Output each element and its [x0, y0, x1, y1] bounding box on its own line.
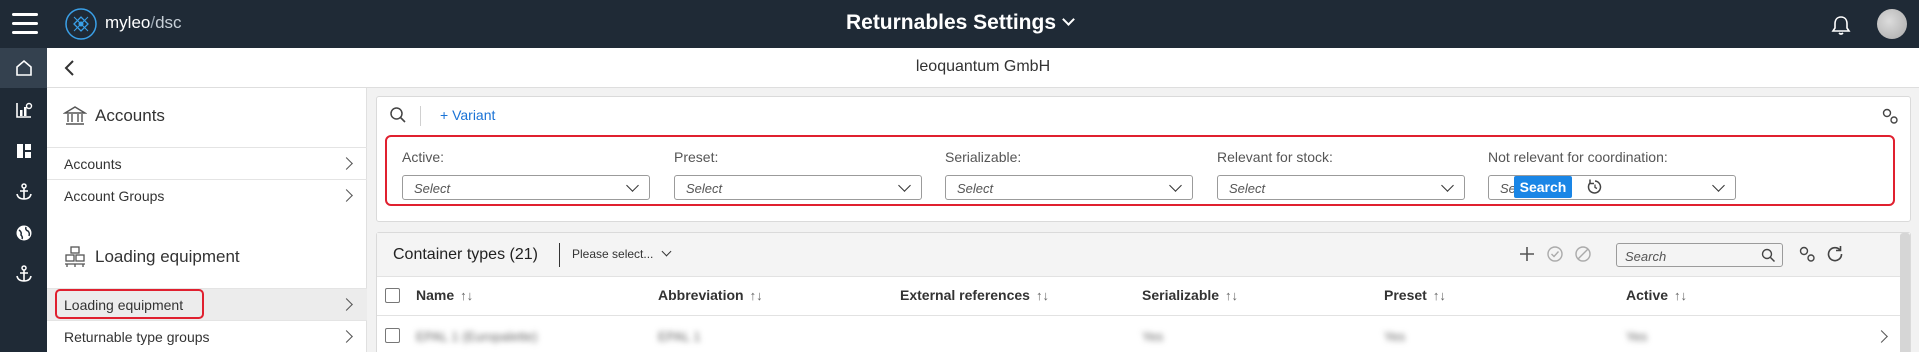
table-cell-preset: Yes [1384, 329, 1406, 344]
rail-anchor[interactable] [0, 172, 47, 212]
select-all-checkbox[interactable] [385, 288, 400, 303]
dashboard-icon [16, 144, 31, 158]
column-header-abbreviation[interactable]: Abbreviation ↑↓ [658, 287, 763, 303]
refresh-icon[interactable] [1825, 244, 1845, 264]
container-types-table: Container types (21) Please select... Se… [376, 232, 1911, 352]
filter-active-label: Active: [402, 149, 445, 165]
nav-item-returnable-type-groups[interactable]: Returnable type groups [47, 320, 367, 352]
column-header-serializable[interactable]: Serializable ↑↓ [1142, 287, 1238, 303]
rail-globe[interactable] [0, 213, 47, 253]
filter-preset-select[interactable]: Select [674, 175, 922, 200]
deactivate-icon[interactable] [1573, 244, 1593, 264]
table-search-input[interactable]: Search [1616, 243, 1783, 267]
anchor-icon [15, 183, 32, 200]
chevron-right-icon [340, 330, 353, 343]
filter-active-select[interactable]: Select [402, 175, 650, 200]
nav-section-loading-equipment: Loading equipment [63, 245, 240, 269]
chevron-right-icon [340, 298, 353, 311]
filter-serializable-label: Serializable: [945, 149, 1022, 165]
search-button[interactable]: Search [1514, 176, 1572, 198]
filter-relevant-stock-label: Relevant for stock: [1217, 149, 1333, 165]
chevron-down-icon [1169, 179, 1182, 192]
chevron-down-icon [898, 179, 911, 192]
top-bar: myleo/dsc Returnables Settings [0, 0, 1919, 48]
company-name: leoquantum GmbH [915, 58, 1051, 75]
divider [559, 243, 560, 267]
pallet-stack-icon [65, 246, 85, 267]
nav-item-accounts[interactable]: Accounts [47, 147, 367, 179]
table-toolbar: Container types (21) Please select... Se… [377, 233, 1910, 277]
rail-home[interactable] [0, 48, 47, 88]
row-divider [377, 315, 1910, 316]
add-variant-link[interactable]: + Variant [440, 107, 495, 123]
chevron-down-icon [1712, 179, 1725, 192]
table-cell-name: EPAL 1 (Europalette) [416, 329, 538, 344]
filter-coordination-label: Not relevant for coordination: [1488, 149, 1668, 165]
table-cell-active: Yes [1626, 329, 1648, 344]
column-header-external-references[interactable]: External references ↑↓ [900, 287, 1049, 303]
home-icon [15, 59, 32, 76]
search-icon[interactable] [389, 106, 407, 124]
filter-relevant-stock-select[interactable]: Select [1217, 175, 1465, 200]
chevron-right-icon [340, 189, 353, 202]
search-icon [1761, 248, 1776, 263]
rail-anchor-2[interactable] [0, 254, 47, 294]
globe-icon [16, 225, 31, 241]
analytics-icon [15, 102, 32, 118]
chevron-down-icon [626, 179, 639, 192]
add-icon[interactable] [1517, 244, 1537, 264]
table-cell-abbreviation: EPAL 1 [658, 329, 701, 344]
avatar[interactable] [1877, 9, 1907, 39]
filter-serializable-select[interactable]: Select [945, 175, 1193, 200]
chevron-down-icon [661, 246, 672, 257]
column-header-name[interactable]: Name ↑↓ [416, 287, 473, 303]
anchor-icon [15, 265, 32, 282]
left-rail [0, 48, 47, 352]
table-title: Container types (21) [393, 246, 538, 263]
selection-highlight [55, 289, 204, 319]
activate-icon[interactable] [1545, 244, 1565, 264]
settings-nav: Accounts Accounts Account Groups Loading… [47, 88, 367, 352]
rail-dashboard[interactable] [0, 131, 47, 171]
page-title[interactable]: Returnables Settings [0, 11, 1919, 35]
nav-item-account-groups[interactable]: Account Groups [47, 179, 367, 211]
table-settings-icon[interactable] [1797, 244, 1817, 264]
view-select[interactable]: Please select... [572, 246, 672, 261]
filter-preset-label: Preset: [674, 149, 719, 165]
scrollbar[interactable] [1900, 233, 1910, 352]
row-checkbox[interactable] [385, 328, 400, 343]
chevron-right-icon[interactable] [1875, 330, 1888, 343]
nav-section-accounts: Accounts [63, 104, 165, 128]
chevron-down-icon [1062, 13, 1075, 26]
filter-settings-icon[interactable] [1880, 106, 1900, 126]
bell-icon[interactable] [1830, 14, 1852, 36]
divider [420, 106, 421, 126]
reset-icon[interactable] [1586, 178, 1604, 196]
bank-icon [63, 106, 87, 125]
company-bar: leoquantum GmbH [47, 48, 1919, 88]
chevron-right-icon [340, 157, 353, 170]
column-header-preset[interactable]: Preset ↑↓ [1384, 287, 1446, 303]
chevron-down-icon [1441, 179, 1454, 192]
table-cell-serializable: Yes [1142, 329, 1164, 344]
column-header-active[interactable]: Active ↑↓ [1626, 287, 1687, 303]
filter-bar: + Variant Active: Select Preset: Select … [376, 96, 1911, 222]
rail-analytics[interactable] [0, 90, 47, 130]
